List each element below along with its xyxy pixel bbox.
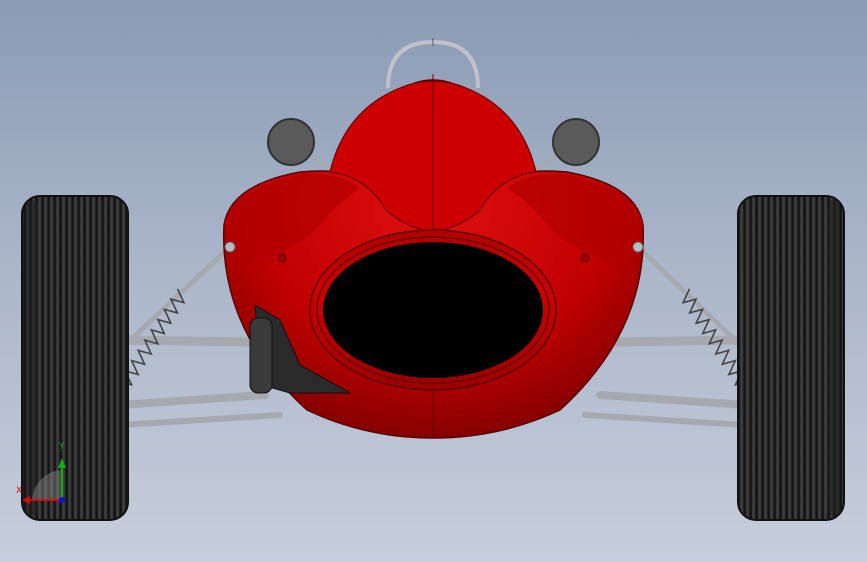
left-mirror [267,118,337,174]
triad-x-label: X [16,486,23,496]
right-mirror [530,118,600,174]
right-front-tire [737,195,845,521]
nose-intake [309,229,557,391]
z-axis-dot [59,497,65,503]
left-front-tire [21,195,129,521]
3d-model-race-car-front-view[interactable] [0,0,867,562]
triad-y-label: Y [59,442,65,452]
graphics-viewport[interactable]: Y X [0,0,867,562]
